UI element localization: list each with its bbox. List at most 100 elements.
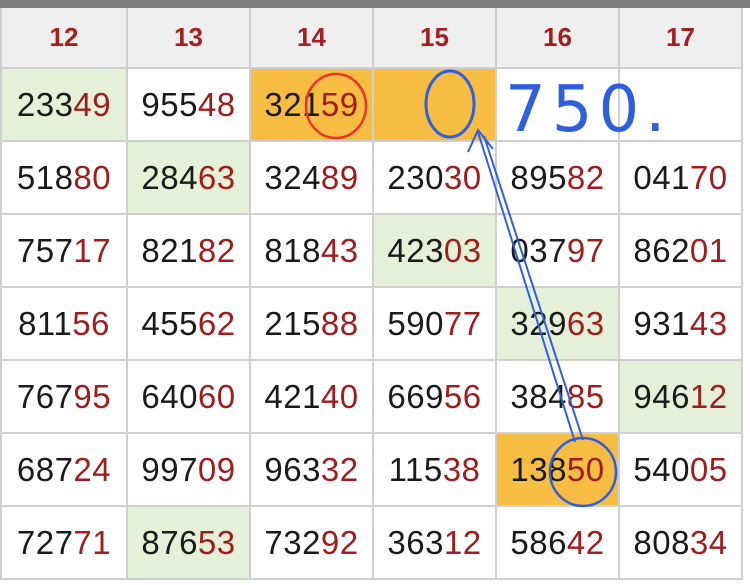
table-row: 76795 64060 42140 66956 38485 94612 — [0, 360, 743, 434]
number-cell — [373, 68, 497, 142]
number-cell: 73292 — [250, 506, 374, 580]
number-prefix: 041 — [633, 158, 690, 196]
number-suffix: 71 — [73, 523, 112, 561]
number-cell: 23349 — [0, 68, 128, 142]
number-cell: 04170 — [619, 141, 743, 215]
number-prefix: 586 — [510, 523, 567, 561]
number-suffix: 82 — [566, 158, 605, 196]
number-suffix: 92 — [320, 523, 359, 561]
number-suffix: 05 — [689, 450, 728, 488]
number-cell: 72771 — [0, 506, 128, 580]
number-suffix: 56 — [72, 304, 110, 342]
number-cell: 32963 — [496, 287, 620, 361]
number-cell: 64060 — [127, 360, 251, 434]
column-header: 13 — [127, 8, 251, 69]
table-row: 23349 95548 32159 — [0, 68, 743, 142]
number-prefix: 808 — [633, 523, 690, 561]
number-prefix: 037 — [510, 231, 567, 269]
number-cell: 28463 — [127, 141, 251, 215]
number-cell: 81843 — [250, 214, 374, 288]
number-suffix: 53 — [197, 523, 236, 561]
number-cell: 23030 — [373, 141, 497, 215]
number-suffix: 89 — [320, 158, 359, 196]
number-prefix: 946 — [633, 377, 690, 415]
number-cell: 38485 — [496, 360, 620, 434]
number-cell: 81156 — [0, 287, 128, 361]
number-cell: 32489 — [250, 141, 374, 215]
number-prefix: 955 — [141, 85, 198, 123]
number-prefix: 687 — [16, 450, 74, 488]
number-cell: 75717 — [0, 214, 128, 288]
table-row: 75717 82182 81843 42303 03797 86201 — [0, 214, 743, 288]
number-cell: 36312 — [373, 506, 497, 580]
number-cell: 94612 — [619, 360, 743, 434]
number-prefix: 363 — [387, 523, 444, 561]
number-prefix: 821 — [141, 231, 198, 269]
number-suffix: 63 — [197, 158, 236, 196]
number-prefix: 963 — [264, 450, 321, 488]
number-prefix: 384 — [510, 377, 567, 415]
number-suffix: 88 — [320, 304, 359, 342]
table-row: 81156 45562 21588 59077 32963 93143 — [0, 287, 743, 361]
number-prefix: 421 — [264, 377, 321, 415]
number-suffix: 56 — [443, 377, 482, 415]
number-prefix: 640 — [141, 377, 198, 415]
number-suffix: 32 — [320, 450, 359, 488]
number-suffix: 82 — [197, 231, 236, 269]
column-header: 12 — [0, 8, 128, 69]
number-prefix: 895 — [510, 158, 567, 196]
number-cell: 66956 — [373, 360, 497, 434]
number-suffix: 77 — [443, 304, 482, 342]
column-header: 14 — [250, 8, 374, 69]
column-header: 17 — [619, 8, 743, 69]
number-cell: 86201 — [619, 214, 743, 288]
number-cell: 82182 — [127, 214, 251, 288]
number-suffix: 42 — [566, 523, 605, 561]
number-cell: 42303 — [373, 214, 497, 288]
number-prefix: 233 — [16, 85, 74, 123]
number-prefix: 284 — [141, 158, 198, 196]
number-suffix: 01 — [689, 231, 728, 269]
number-cell: 11538 — [373, 433, 497, 507]
number-cell: 76795 — [0, 360, 128, 434]
number-suffix: 34 — [689, 523, 728, 561]
number-cell: 45562 — [127, 287, 251, 361]
number-suffix: 70 — [689, 158, 728, 196]
number-prefix: 732 — [264, 523, 321, 561]
number-prefix: 862 — [633, 231, 690, 269]
number-prefix: 757 — [16, 231, 74, 269]
number-cell: 13850 — [496, 433, 620, 507]
number-suffix: 17 — [73, 231, 112, 269]
number-cell: 96332 — [250, 433, 374, 507]
number-cell: 51880 — [0, 141, 128, 215]
number-prefix: 215 — [264, 304, 321, 342]
number-cell — [496, 68, 620, 142]
number-suffix: 80 — [73, 158, 112, 196]
number-prefix: 455 — [141, 304, 198, 342]
column-header: 16 — [496, 8, 620, 69]
number-suffix: 63 — [566, 304, 605, 342]
top-edge-bar — [0, 0, 750, 8]
number-cell: 87653 — [127, 506, 251, 580]
number-suffix: 62 — [197, 304, 236, 342]
number-cell: 99709 — [127, 433, 251, 507]
number-suffix: 38 — [442, 450, 481, 488]
number-prefix: 115 — [388, 450, 443, 488]
number-prefix: 329 — [510, 304, 567, 342]
number-suffix: 24 — [73, 450, 112, 488]
number-suffix: 03 — [443, 231, 482, 269]
number-prefix: 811 — [18, 304, 73, 342]
number-prefix: 590 — [387, 304, 444, 342]
number-suffix: 95 — [73, 377, 112, 415]
number-suffix: 59 — [320, 85, 359, 123]
number-suffix: 49 — [73, 85, 112, 123]
number-suffix: 30 — [443, 158, 482, 196]
number-prefix: 669 — [387, 377, 444, 415]
table-row: 72771 87653 73292 36312 58642 80834 — [0, 506, 743, 580]
number-suffix: 48 — [197, 85, 236, 123]
number-prefix: 876 — [141, 523, 198, 561]
column-header: 15 — [373, 8, 497, 69]
number-grid: 12 13 14 15 16 17 23349 95548 32159 51880 28463 324… — [0, 8, 743, 580]
number-cell: 89582 — [496, 141, 620, 215]
number-cell: 21588 — [250, 287, 374, 361]
